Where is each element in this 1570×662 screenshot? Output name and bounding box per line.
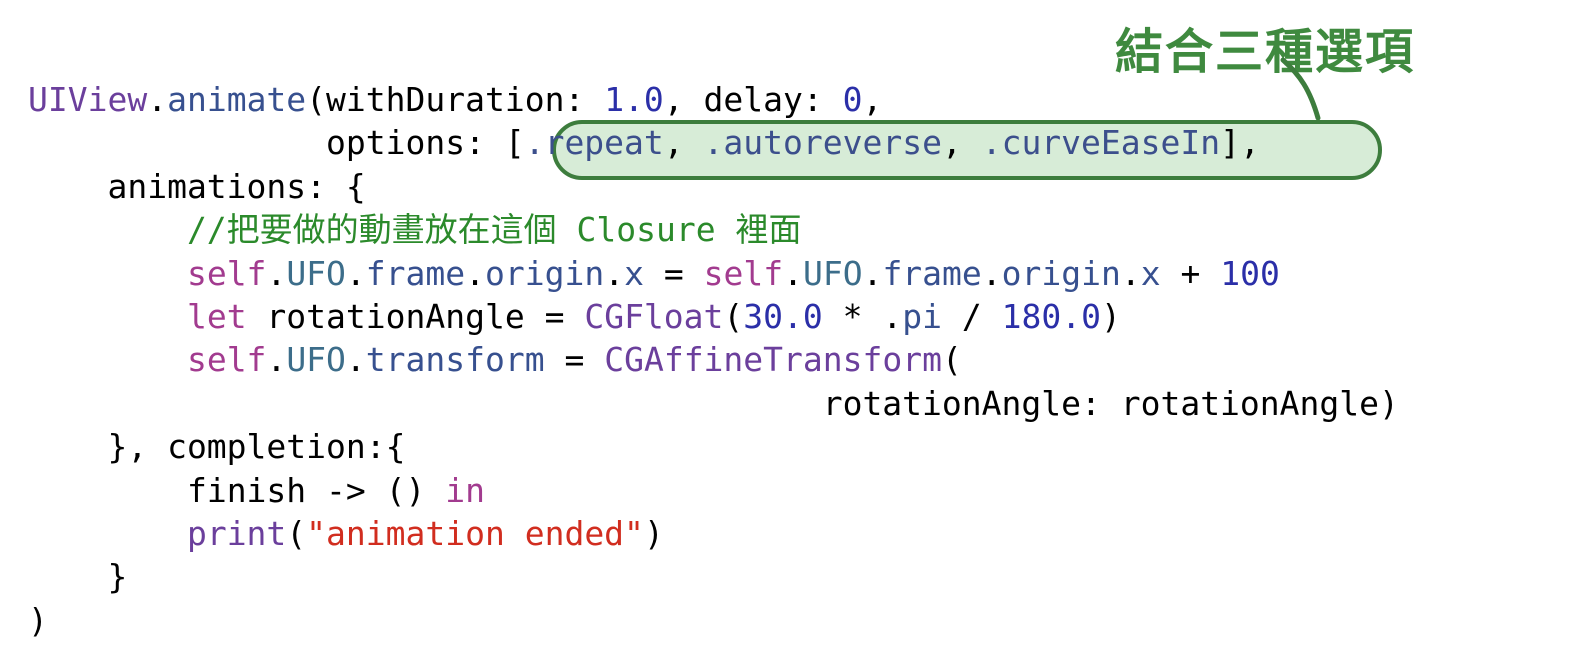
closure-params: finish -> ()	[186, 470, 446, 510]
dot: .	[147, 80, 168, 119]
dot: .	[345, 340, 366, 380]
code-line-1: UIView.animate(withDuration: 1.0, delay:…	[28, 78, 1399, 121]
assign: =	[544, 340, 605, 380]
code-block: UIView.animate(withDuration: 1.0, delay:…	[28, 78, 1399, 642]
code-line-3: animations: {	[28, 166, 366, 206]
code-comment-line: //把要做的動畫放在這個 Closure 裡面	[28, 210, 802, 250]
option-repeat: .repeat	[524, 123, 664, 163]
origin-property: origin	[485, 253, 605, 293]
frame-property: frame	[882, 253, 982, 293]
cgaffinetransform-type: CGAffineTransform	[604, 340, 942, 380]
option-curve-ease-in: .curveEaseIn	[981, 123, 1221, 163]
plus: +	[1160, 253, 1221, 293]
option-autoreverse: .autoreverse	[703, 123, 942, 163]
self-keyword: self	[186, 340, 267, 380]
delay-label: , delay:	[663, 80, 843, 119]
options-close: ],	[1220, 123, 1260, 163]
x-property: x	[1140, 253, 1161, 293]
origin-property: origin	[1001, 253, 1121, 293]
animate-method: animate	[167, 80, 307, 119]
dot: .	[266, 340, 287, 380]
in-keyword: in	[445, 470, 485, 510]
code-line-13: )	[28, 600, 48, 640]
separator: ,	[941, 123, 982, 163]
multiply: * .	[822, 296, 903, 336]
ufo-property: UFO	[286, 340, 346, 380]
degrees-value: 30.0	[743, 296, 823, 336]
dot: .	[266, 253, 287, 293]
ufo-property: UFO	[286, 253, 346, 293]
dot: .	[1120, 253, 1141, 293]
separator: ,	[663, 123, 704, 163]
x-property: x	[624, 253, 644, 293]
code-line-2: options: [.repeat, .autoreverse, .curveE…	[28, 121, 1399, 164]
paren-open: (	[286, 513, 307, 553]
dot: .	[345, 253, 366, 293]
dot: .	[783, 253, 803, 293]
assign: =	[643, 253, 704, 293]
annotation-label: 結合三種選項	[1115, 24, 1416, 80]
duration-value: 1.0	[604, 80, 664, 119]
self-keyword: self	[703, 253, 784, 293]
code-line-11: print("animation ended")	[28, 512, 1399, 555]
rotation-angle-decl: rotationAngle =	[246, 296, 585, 336]
uiview-type: UIView	[28, 80, 148, 119]
code-line-5: self.UFO.frame.origin.x = self.UFO.frame…	[28, 252, 1399, 295]
cgfloat-type: CGFloat	[584, 296, 724, 336]
comma: ,	[862, 80, 883, 119]
paren-close: )	[643, 513, 664, 553]
code-line-12: }	[28, 557, 128, 597]
divide: /	[942, 296, 1002, 336]
transform-property: transform	[365, 340, 545, 380]
string-literal: "animation ended"	[306, 513, 644, 553]
paren-open: (	[723, 296, 744, 336]
offset-value: 100	[1220, 253, 1280, 293]
divisor-value: 180.0	[1001, 296, 1101, 336]
dot: .	[465, 253, 486, 293]
code-line-6: let rotationAngle = CGFloat(30.0 * .pi /…	[28, 295, 1399, 338]
ufo-property: UFO	[802, 253, 863, 293]
code-line-9: }, completion:{	[28, 427, 406, 467]
code-line-7: self.UFO.transform = CGAffineTransform(	[28, 338, 1399, 381]
pi-constant: pi	[902, 296, 942, 336]
print-function: print	[186, 513, 287, 553]
dot: .	[604, 253, 625, 293]
delay-value: 0	[842, 80, 863, 119]
self-keyword: self	[186, 253, 267, 293]
paren-open: (	[941, 340, 962, 380]
code-line-10: finish -> () in	[28, 469, 1399, 512]
dot: .	[981, 253, 1002, 293]
frame-property: frame	[365, 253, 466, 293]
let-keyword: let	[186, 296, 247, 336]
with-duration-label: (withDuration:	[306, 80, 605, 119]
code-line-8: rotationAngle: rotationAngle)	[28, 383, 1399, 423]
paren-close: )	[1100, 296, 1121, 336]
dot: .	[862, 253, 883, 293]
options-label: options: [	[28, 123, 525, 163]
